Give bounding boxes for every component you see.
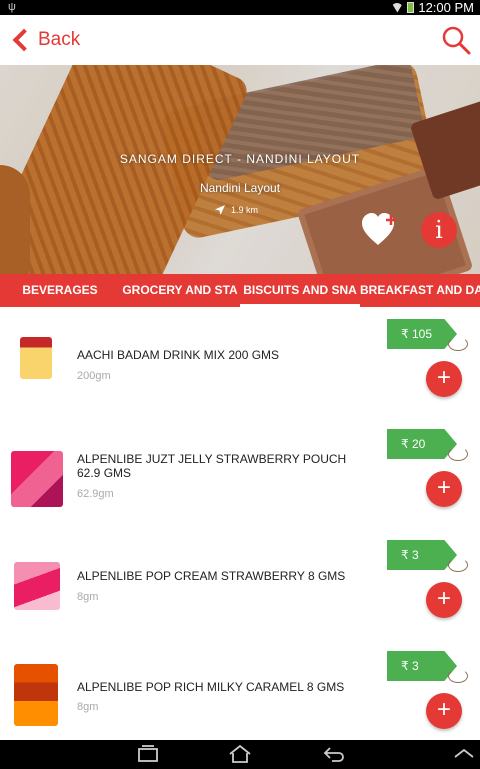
category-tabs: BEVERAGES GROCERY AND STA BISCUITS AND S… [0, 274, 480, 307]
store-area: Nandini Layout [199, 181, 281, 195]
distance-label: 1.9 km [231, 205, 259, 215]
heart-plus-icon[interactable] [362, 213, 398, 249]
product-name: AACHI BADAM DRINK MIX 200 GMS [77, 348, 280, 362]
product-image [20, 337, 52, 379]
product-name: ALPENLIBE JUZT JELLY STRAWBERRY POUCH 62… [77, 452, 347, 480]
chevron-left-icon [12, 28, 36, 52]
back-label: Back [38, 29, 81, 50]
navigation-arrow-icon [215, 205, 225, 215]
product-item[interactable]: ALPENLIBE POP CREAM STRAWBERRY 8 GMS 8gm… [0, 530, 480, 640]
store-distance: 1.9 km [215, 205, 258, 215]
status-bar: ψ 12:00 PM [0, 0, 480, 15]
product-item[interactable]: AACHI BADAM DRINK MIX 200 GMS 200gm ₹ 10… [0, 310, 480, 420]
product-name: ALPENLIBE POP CREAM STRAWBERRY 8 GMS [77, 569, 346, 583]
product-image [11, 451, 63, 507]
store-banner: SANGAM DIRECT - NANDINI LAYOUT Nandini L… [0, 65, 480, 274]
recent-apps-icon[interactable] [136, 744, 160, 764]
product-item[interactable]: ALPENLIBE JUZT JELLY STRAWBERRY POUCH 62… [0, 420, 480, 530]
price-tag[interactable]: ₹ 3 [387, 651, 457, 681]
price-tag[interactable]: ₹ 105 [387, 319, 457, 349]
add-to-cart-button[interactable]: + [426, 471, 462, 507]
wifi-icon [391, 2, 404, 13]
tag-string-icon [448, 337, 468, 351]
add-to-cart-button[interactable]: + [426, 693, 462, 729]
tag-string-icon [448, 558, 468, 572]
chevron-up-icon[interactable] [452, 744, 476, 764]
product-quantity: 62.9gm [77, 488, 114, 500]
banner-overlay [0, 65, 480, 274]
tag-string-icon [448, 669, 468, 683]
product-quantity: 8gm [77, 701, 99, 713]
back-button[interactable]: Back [8, 21, 80, 59]
search-icon[interactable] [440, 24, 472, 56]
back-icon[interactable] [322, 744, 346, 764]
tab-grocery[interactable]: GROCERY AND STA [120, 274, 240, 307]
add-to-cart-button[interactable]: + [426, 361, 462, 397]
product-name: ALPENLIBE POP RICH MILKY CARAMEL 8 GMS [77, 680, 345, 694]
tab-biscuits[interactable]: BISCUITS AND SNA [240, 274, 360, 307]
product-item[interactable]: ALPENLIBE POP RICH MILKY CARAMEL 8 GMS 8… [0, 640, 480, 750]
tab-breakfast[interactable]: BREAKFAST AND DA [360, 274, 480, 307]
product-quantity: 200gm [77, 370, 111, 382]
status-right: 12:00 PM [391, 0, 474, 15]
price-tag[interactable]: ₹ 20 [387, 429, 457, 459]
battery-icon [407, 2, 415, 13]
home-icon[interactable] [228, 744, 252, 764]
product-quantity: 8gm [77, 591, 99, 603]
app-header: Back [0, 15, 480, 65]
store-name: SANGAM DIRECT - NANDINI LAYOUT [119, 152, 361, 166]
usb-icon: ψ [8, 1, 16, 13]
info-button[interactable]: i [421, 212, 457, 248]
tab-beverages[interactable]: BEVERAGES [0, 274, 120, 307]
add-to-cart-button[interactable]: + [426, 582, 462, 618]
tag-string-icon [448, 447, 468, 461]
price-tag[interactable]: ₹ 3 [387, 540, 457, 570]
status-time: 12:00 PM [418, 0, 474, 15]
system-nav-bar [0, 740, 480, 769]
product-image [14, 562, 60, 610]
product-image [14, 664, 58, 726]
